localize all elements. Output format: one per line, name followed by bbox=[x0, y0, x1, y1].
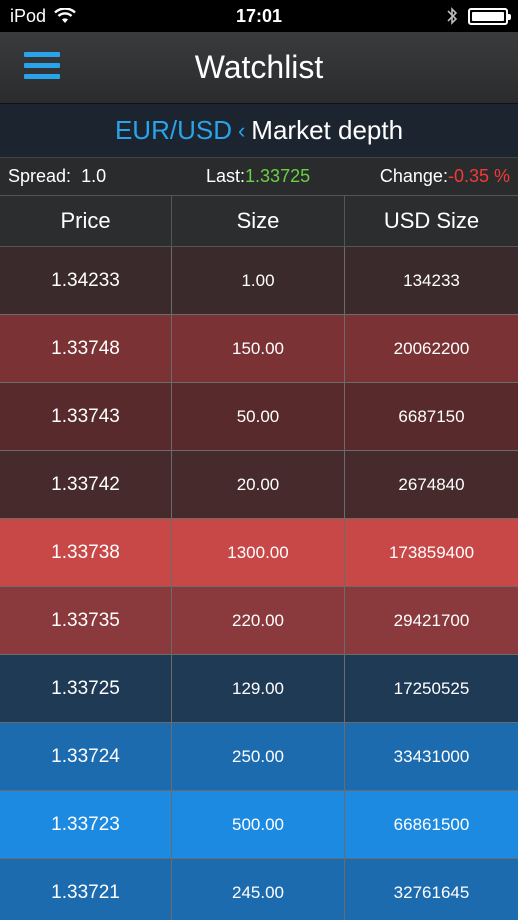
price-cell: 1.33748 bbox=[0, 315, 172, 382]
price-cell: 1.33723 bbox=[0, 791, 172, 858]
size-cell: 220.00 bbox=[172, 587, 345, 654]
breadcrumb: EUR/USD ‹ Market depth bbox=[0, 104, 518, 157]
carrier-label: iPod bbox=[10, 5, 47, 26]
change-info: Change:-0.35 % bbox=[361, 166, 510, 187]
table-row[interactable]: 1.33743 50.00 6687150 bbox=[0, 383, 518, 451]
status-left: iPod bbox=[10, 6, 180, 27]
column-header-size: Size bbox=[172, 196, 345, 246]
status-right bbox=[338, 6, 511, 26]
size-cell: 1300.00 bbox=[172, 519, 345, 586]
usd-size-cell: 66861500 bbox=[393, 814, 470, 834]
table-row[interactable]: 1.33725 129.00 17250525 bbox=[0, 655, 518, 723]
battery-level bbox=[472, 11, 504, 21]
bluetooth-icon bbox=[447, 7, 458, 25]
last-info: Last:1.33725 bbox=[206, 166, 361, 187]
price-cell: 1.33742 bbox=[0, 451, 172, 518]
wifi-icon bbox=[54, 8, 76, 23]
size-cell: 250.00 bbox=[172, 723, 345, 790]
spread-info: Spread: 1.0 bbox=[8, 166, 206, 187]
market-depth-table: Price Size USD Size 1.34233 1.00 134233 … bbox=[0, 196, 518, 920]
spread-label: Spread: bbox=[8, 166, 72, 186]
usd-size-cell: 33431000 bbox=[393, 746, 470, 766]
currency-pair-link[interactable]: EUR/USD bbox=[115, 115, 232, 146]
table-row[interactable]: 1.33721 245.00 32761645 bbox=[0, 859, 518, 920]
usd-size-cell: 6687150 bbox=[398, 406, 465, 426]
column-header-usd-size: USD Size bbox=[383, 208, 480, 233]
table-row[interactable]: 1.33738 1300.00 173859400 bbox=[0, 519, 518, 587]
size-cell: 245.00 bbox=[172, 859, 345, 920]
table-row[interactable]: 1.33723 500.00 66861500 bbox=[0, 791, 518, 859]
navigation-bar: Watchlist bbox=[0, 32, 518, 104]
last-value: 1.33725 bbox=[245, 166, 311, 186]
usd-size-cell: 134233 bbox=[403, 270, 460, 290]
price-cell: 1.33738 bbox=[0, 519, 172, 586]
last-label: Last: bbox=[206, 166, 246, 186]
column-header-price: Price bbox=[0, 196, 172, 246]
table-row[interactable]: 1.33735 220.00 29421700 bbox=[0, 587, 518, 655]
page-title: Watchlist bbox=[194, 49, 324, 85]
price-cell: 1.33735 bbox=[0, 587, 172, 654]
size-cell: 129.00 bbox=[172, 655, 345, 722]
table-row[interactable]: 1.33742 20.00 2674840 bbox=[0, 451, 518, 519]
table-row[interactable]: 1.34233 1.00 134233 bbox=[0, 247, 518, 315]
size-cell: 150.00 bbox=[172, 315, 345, 382]
price-cell: 1.33743 bbox=[0, 383, 172, 450]
size-cell: 50.00 bbox=[172, 383, 345, 450]
status-bar: iPod 17:01 bbox=[0, 0, 518, 32]
table-body: 1.34233 1.00 134233 1.33748 150.00 20062… bbox=[0, 247, 518, 920]
price-cell: 1.34233 bbox=[0, 247, 172, 314]
usd-size-cell: 17250525 bbox=[393, 678, 470, 698]
usd-size-cell: 20062200 bbox=[393, 338, 470, 358]
usd-size-cell: 29421700 bbox=[393, 610, 470, 630]
change-value: -0.35 % bbox=[447, 166, 510, 186]
size-cell: 1.00 bbox=[172, 247, 345, 314]
usd-size-cell: 2674840 bbox=[398, 474, 465, 494]
spread-value: 1.0 bbox=[81, 166, 107, 186]
usd-size-cell: 173859400 bbox=[388, 542, 475, 562]
quote-info-bar: Spread: 1.0 Last:1.33725 Change:-0.35 % bbox=[0, 157, 518, 196]
size-cell: 20.00 bbox=[172, 451, 345, 518]
price-cell: 1.33724 bbox=[0, 723, 172, 790]
price-cell: 1.33725 bbox=[0, 655, 172, 722]
price-cell: 1.33721 bbox=[0, 859, 172, 920]
size-cell: 500.00 bbox=[172, 791, 345, 858]
table-row[interactable]: 1.33724 250.00 33431000 bbox=[0, 723, 518, 791]
clock: 17:01 bbox=[235, 5, 283, 26]
table-row[interactable]: 1.33748 150.00 20062200 bbox=[0, 315, 518, 383]
chevron-left-icon: ‹ bbox=[237, 117, 246, 143]
change-label: Change: bbox=[379, 166, 448, 186]
usd-size-cell: 32761645 bbox=[393, 882, 470, 902]
battery-icon bbox=[468, 7, 511, 25]
section-title: Market depth bbox=[251, 115, 404, 145]
table-header: Price Size USD Size bbox=[0, 196, 518, 247]
hamburger-menu-icon[interactable] bbox=[24, 52, 60, 82]
